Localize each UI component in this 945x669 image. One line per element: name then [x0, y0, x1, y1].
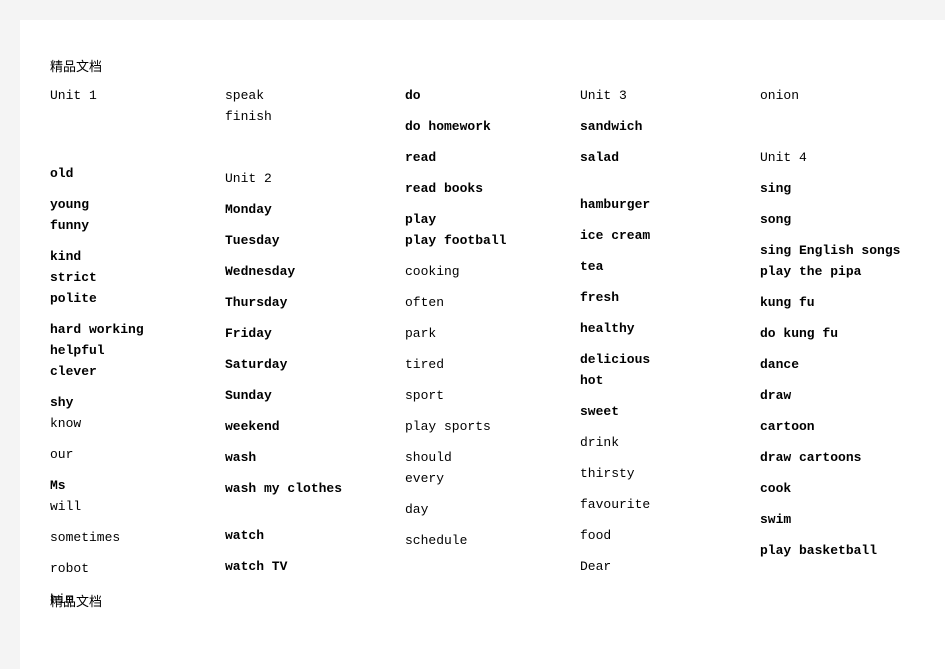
vocabulary-word: draw cartoons	[760, 450, 862, 465]
vocabulary-word: wash	[225, 450, 257, 465]
vocabulary-word: draw	[760, 388, 792, 403]
vocabulary-word: sandwich	[580, 119, 643, 134]
vocabulary-word: day	[405, 502, 429, 517]
vocabulary-word: do kung fu	[760, 326, 839, 341]
vocabulary-word: hard working	[50, 322, 144, 337]
vocabulary-word: song	[760, 212, 792, 227]
vocabulary-word: hot	[580, 373, 604, 388]
column-1: Unit 1 old young funny kind strict polite hard …	[50, 88, 220, 607]
vocabulary-word: do homework	[405, 119, 491, 134]
vocabulary-word: salad	[580, 150, 620, 165]
vocabulary-word: sport	[405, 388, 445, 403]
vocabulary-word: ice cream	[580, 228, 651, 243]
vocabulary-word: finish	[225, 109, 272, 124]
vocabulary-word: favourite	[580, 497, 651, 512]
vocabulary-word: watch TV	[225, 559, 288, 574]
vocabulary-word: know	[50, 416, 82, 431]
vocabulary-word: play the pipa	[760, 264, 862, 279]
vocabulary-word: kind	[50, 249, 82, 264]
vocabulary-word: speak	[225, 88, 265, 103]
vocabulary-word: onion	[760, 88, 800, 103]
column-4: Unit 3 sandwich salad hamburger ice cream tea…	[580, 88, 755, 574]
vocabulary-word: Wednesday	[225, 264, 296, 279]
vocabulary-word: play basketball	[760, 543, 878, 558]
vocabulary-word: tired	[405, 357, 445, 372]
footer-watermark: 精品文档	[50, 595, 103, 610]
vocabulary-word: play	[405, 212, 437, 227]
vocabulary-word: Ms	[50, 478, 66, 493]
document-page: 精品文档 Unit 1 old young funny kind strict polite…	[20, 20, 945, 669]
vocabulary-word: Unit 3	[580, 88, 627, 103]
vocabulary-word: watch	[225, 528, 265, 543]
vocabulary-word: strict	[50, 270, 97, 285]
vocabulary-word: food	[580, 528, 612, 543]
vocabulary-word: weekend	[225, 419, 280, 434]
vocabulary-word: thirsty	[580, 466, 635, 481]
vocabulary-word: wash my clothes	[225, 481, 343, 496]
vocabulary-word: kung fu	[760, 295, 815, 310]
vocabulary-word: clever	[50, 364, 97, 379]
vocabulary-word: should	[405, 450, 452, 465]
vocabulary-word: sing English songs	[760, 243, 901, 258]
vocabulary-word: robot	[50, 561, 90, 576]
vocabulary-word: healthy	[580, 321, 635, 336]
vocabulary-word: Unit 1	[50, 88, 97, 103]
vocabulary-word: Unit 2	[225, 171, 272, 186]
vocabulary-word: Tuesday	[225, 233, 280, 248]
vocabulary-word: polite	[50, 291, 97, 306]
vocabulary-word: old	[50, 166, 74, 181]
vocabulary-word: sweet	[580, 404, 620, 419]
vocabulary-word: Thursday	[225, 295, 288, 310]
vocabulary-word: often	[405, 295, 445, 310]
vocabulary-word: funny	[50, 218, 90, 233]
vocabulary-word: helpful	[50, 343, 105, 358]
vocabulary-word: schedule	[405, 533, 468, 548]
vocabulary-word: Saturday	[225, 357, 288, 372]
vocabulary-word: play football	[405, 233, 507, 248]
vocabulary-word: young	[50, 197, 90, 212]
vocabulary-word: park	[405, 326, 437, 341]
vocabulary-word: sometimes	[50, 530, 121, 545]
vocabulary-word: do	[405, 88, 421, 103]
vocabulary-word: will	[50, 499, 82, 514]
vocabulary-word: cartoon	[760, 419, 815, 434]
vocabulary-word: cooking	[405, 264, 460, 279]
vocabulary-word: every	[405, 471, 445, 486]
column-3: do do homework read read books play play foot…	[405, 88, 585, 548]
vocabulary-word: tea	[580, 259, 604, 274]
vocabulary-word: Sunday	[225, 388, 272, 403]
vocabulary-columns: Unit 1 old young funny kind strict polite hard …	[20, 20, 945, 669]
vocabulary-word: Unit 4	[760, 150, 807, 165]
vocabulary-word: drink	[580, 435, 620, 450]
vocabulary-word: Friday	[225, 326, 272, 341]
vocabulary-word: cook	[760, 481, 792, 496]
vocabulary-word: fresh	[580, 290, 620, 305]
vocabulary-word: sing	[760, 181, 792, 196]
vocabulary-word: delicious	[580, 352, 651, 367]
vocabulary-word: read	[405, 150, 437, 165]
vocabulary-word: shy	[50, 395, 74, 410]
vocabulary-word: read books	[405, 181, 484, 196]
vocabulary-word: dance	[760, 357, 800, 372]
vocabulary-word: hamburger	[580, 197, 651, 212]
column-2: speak finish Unit 2 Monday Tuesday Wednesday T…	[225, 88, 400, 574]
vocabulary-word: swim	[760, 512, 792, 527]
vocabulary-word: Dear	[580, 559, 612, 574]
vocabulary-word: Monday	[225, 202, 272, 217]
column-5: onion Unit 4 sing song sing English songs pla…	[760, 88, 945, 558]
vocabulary-word: play sports	[405, 419, 491, 434]
vocabulary-word: our	[50, 447, 74, 462]
